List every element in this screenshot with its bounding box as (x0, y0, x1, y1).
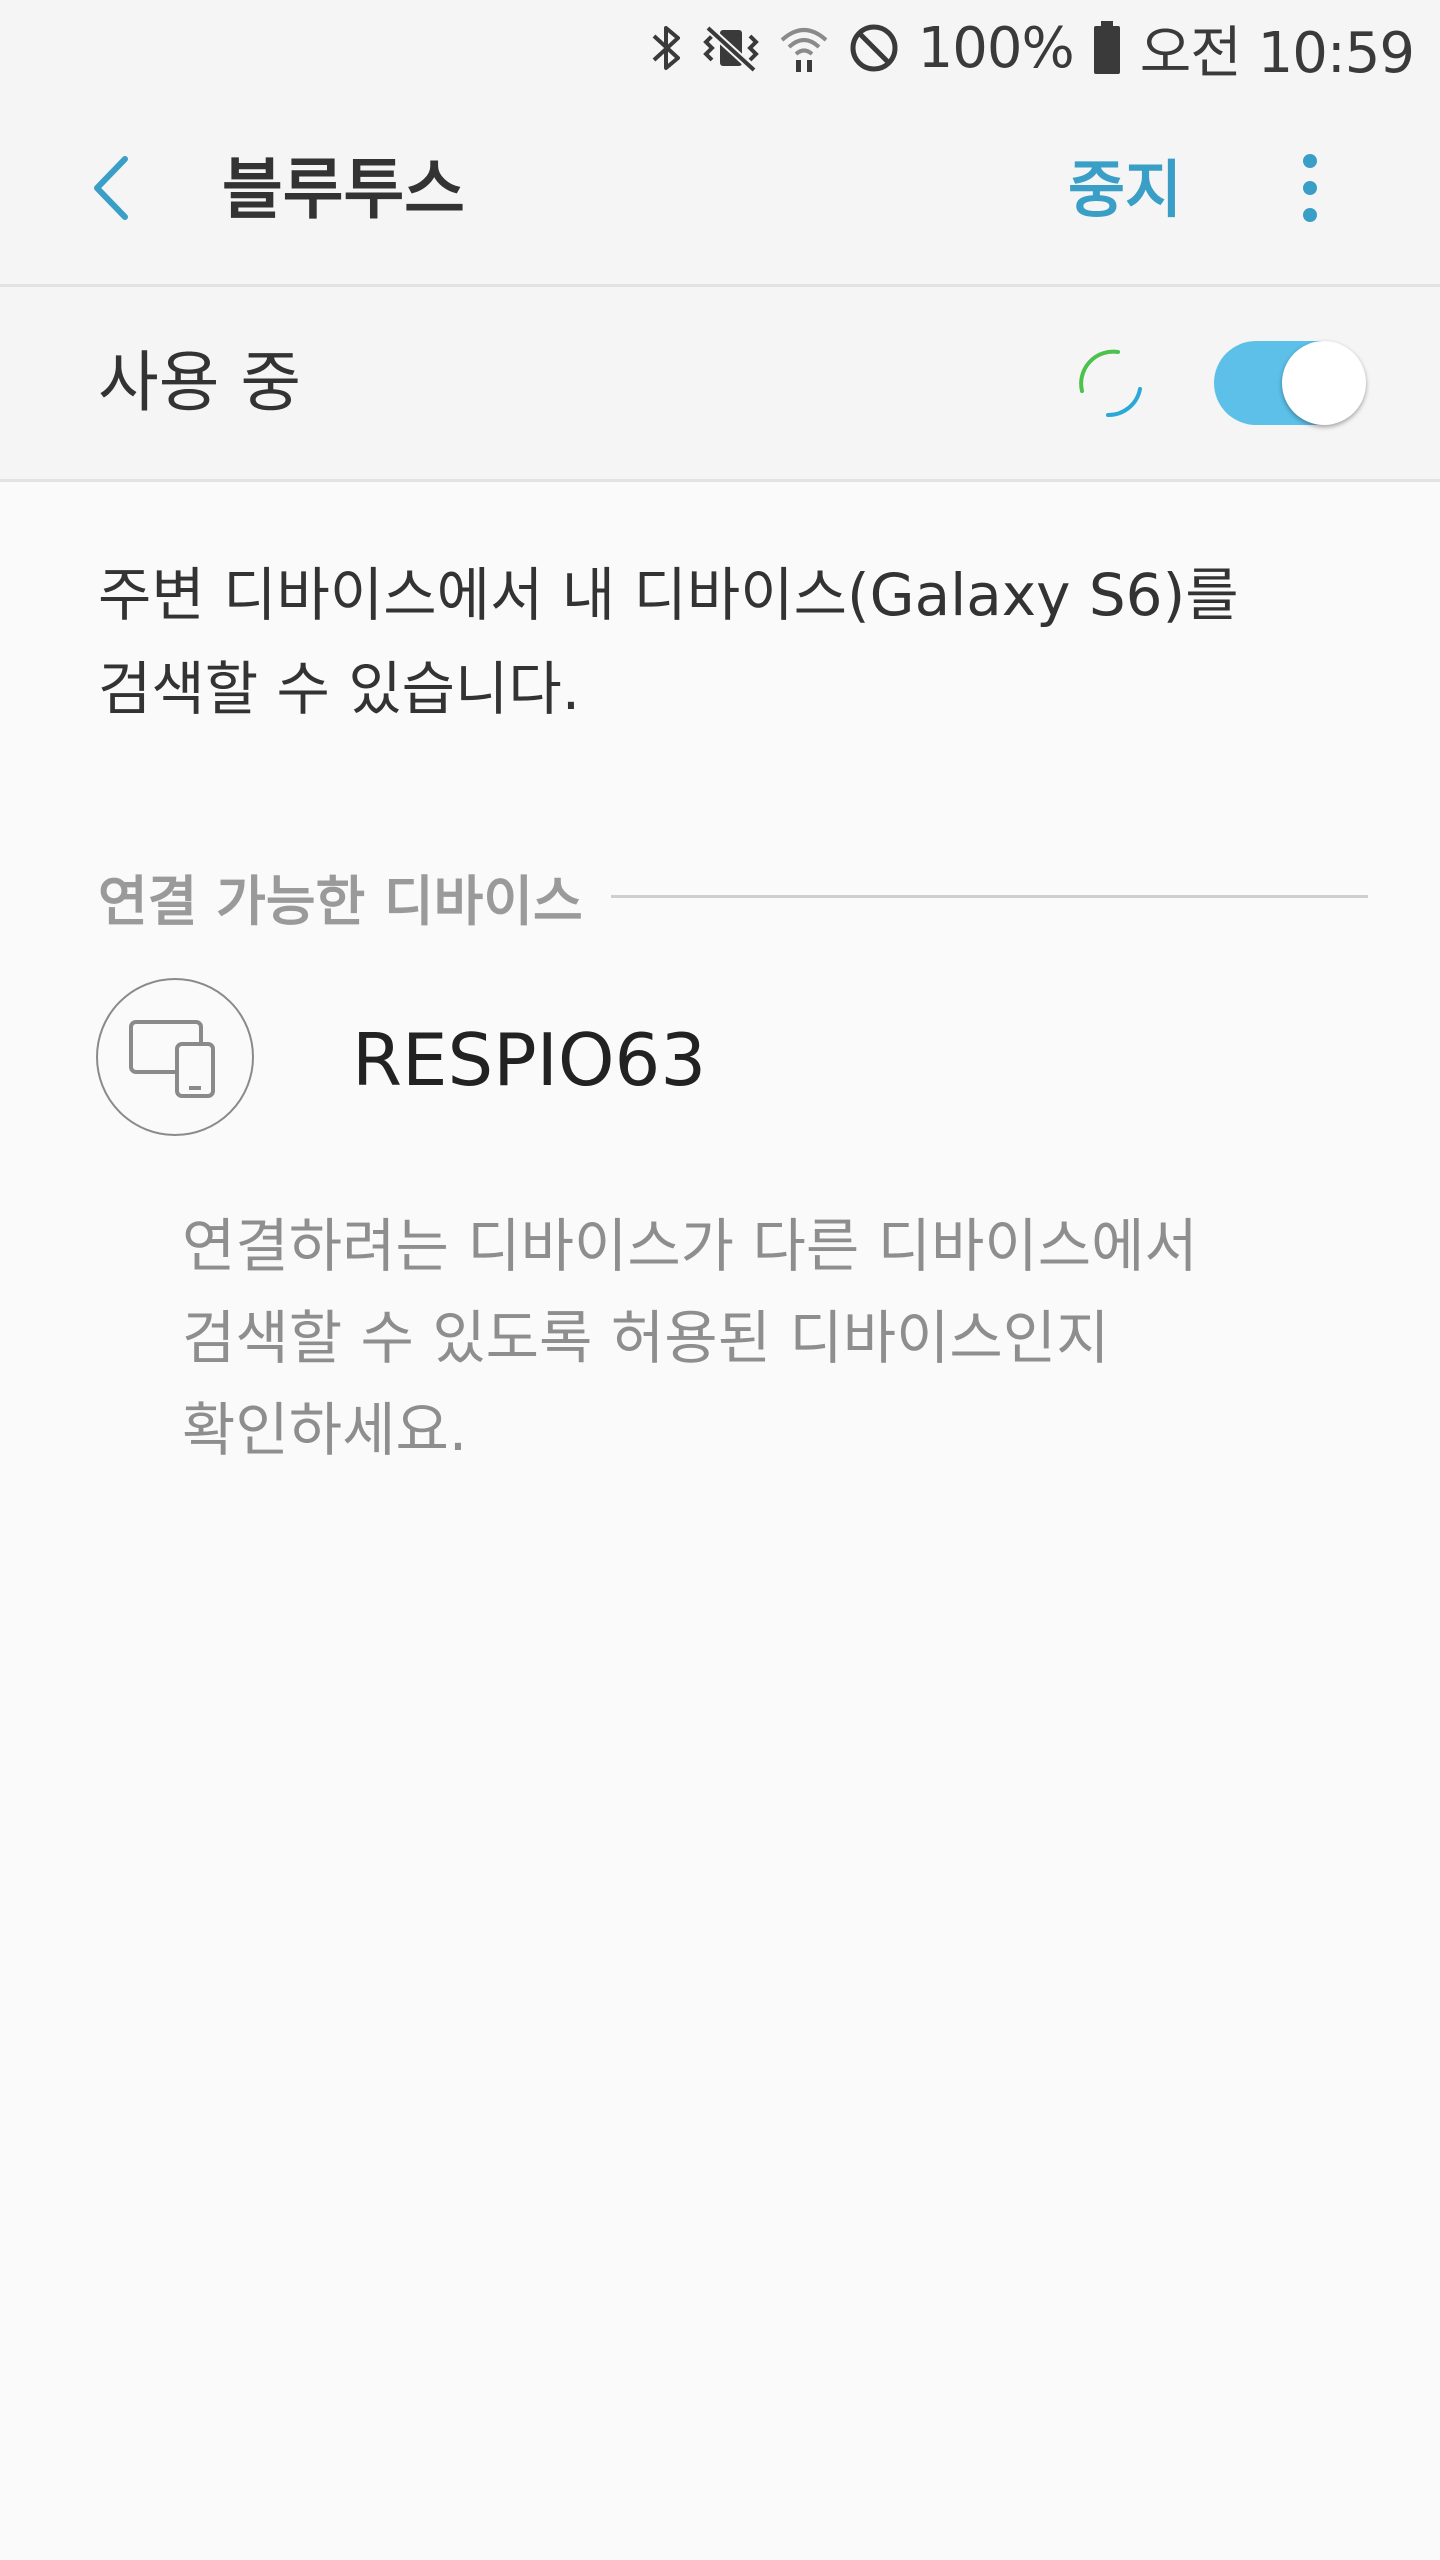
do-not-disturb-icon (848, 22, 900, 74)
clock: 오전 10:59 (1139, 20, 1415, 86)
section-title: 연결 가능한 디바이스 (98, 869, 583, 933)
description-line-2: 검색할 수 있습니다. (98, 655, 581, 723)
app-bar: 블루투스 중지 (0, 96, 1440, 284)
bluetooth-toggle[interactable] (1214, 341, 1366, 425)
help-line-3: 확인하세요. (182, 1396, 468, 1464)
back-arrow-icon (87, 153, 137, 227)
bluetooth-icon (650, 22, 684, 74)
help-line-2: 검색할 수 있도록 허용된 디바이스인지 (182, 1304, 1110, 1372)
back-button[interactable] (70, 148, 154, 232)
page-title: 블루투스 (222, 151, 465, 228)
section-divider-line (610, 894, 1368, 898)
battery-percent: 100% (917, 15, 1075, 81)
visibility-description: 주변 디바이스에서 내 디바이스(Galaxy S6)를 검색할 수 있습니다. (98, 548, 1348, 736)
status-bar: 100% 오전 10:59 (0, 0, 1440, 96)
battery-icon (1092, 21, 1122, 75)
scanning-spinner-icon (1068, 339, 1156, 427)
vibrate-icon (702, 22, 760, 74)
stop-scan-button[interactable]: 중지 (1068, 96, 1182, 284)
more-vert-icon (1300, 153, 1320, 227)
tablet-phone-icon (96, 978, 254, 1136)
toggle-knob (1282, 341, 1366, 425)
help-line-1: 연결하려는 디바이스가 다른 디바이스에서 (182, 1212, 1198, 1280)
wifi-icon (778, 22, 830, 74)
master-switch-label: 사용 중 (98, 344, 302, 421)
available-devices-header: 연결 가능한 디바이스 (98, 858, 1368, 934)
device-name: RESPIO63 (352, 1018, 707, 1102)
discoverability-help-text: 연결하려는 디바이스가 다른 디바이스에서 검색할 수 있도록 허용된 디바이스… (182, 1200, 1362, 1476)
bluetooth-master-switch-row[interactable]: 사용 중 (0, 287, 1440, 479)
more-options-button[interactable] (1270, 144, 1350, 236)
device-list-item[interactable]: RESPIO63 (0, 960, 1440, 1160)
status-icons: 100% 오전 10:59 (650, 12, 1415, 86)
master-row-divider (0, 479, 1440, 482)
description-line-1: 주변 디바이스에서 내 디바이스(Galaxy S6)를 (98, 561, 1239, 629)
